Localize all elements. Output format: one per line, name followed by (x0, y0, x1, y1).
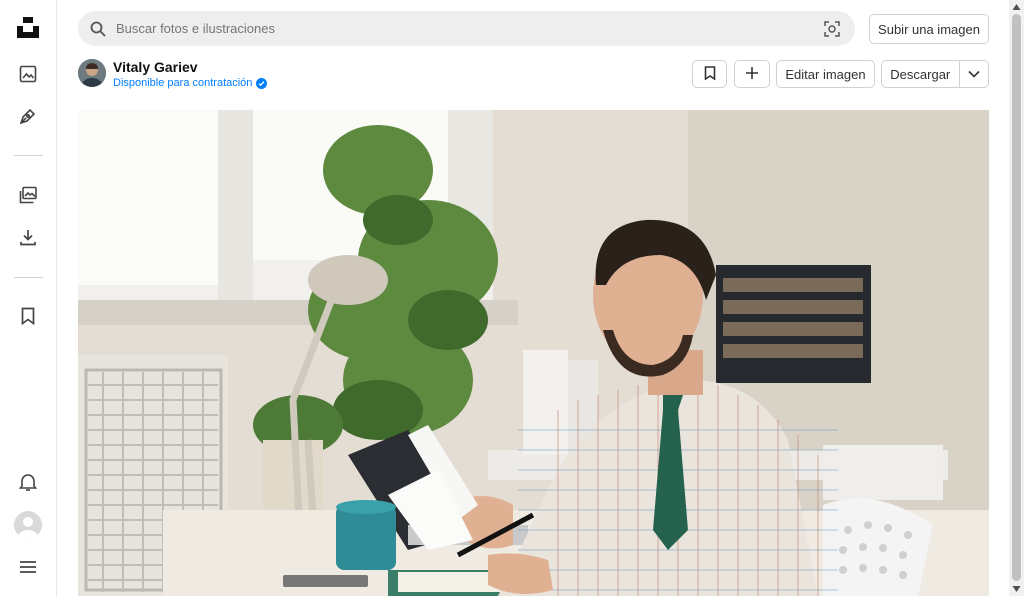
add-to-collection-button[interactable] (734, 60, 770, 88)
bell-icon[interactable] (14, 468, 42, 496)
download-icon[interactable] (14, 223, 42, 251)
pen-icon[interactable] (14, 102, 42, 130)
author-name[interactable]: Vitaly Gariev (113, 59, 198, 75)
sidebar (0, 0, 57, 596)
unsplash-logo-icon[interactable] (17, 16, 39, 38)
visual-search-icon[interactable] (823, 20, 841, 38)
scroll-up-icon[interactable] (1012, 3, 1021, 11)
avatar[interactable] (14, 511, 42, 539)
chevron-down-icon (968, 65, 980, 83)
bookmark-button[interactable] (692, 60, 727, 88)
plus-icon (745, 66, 759, 83)
bookmark-icon (704, 65, 716, 83)
collections-icon[interactable] (14, 181, 42, 209)
image-icon[interactable] (14, 60, 42, 88)
bookmark-icon[interactable] (14, 302, 42, 330)
search-icon (90, 21, 106, 37)
scroll-down-icon[interactable] (1012, 585, 1021, 593)
verified-icon (256, 77, 268, 89)
download-button[interactable]: Descargar (882, 61, 959, 87)
submit-image-button[interactable]: Subir una imagen (869, 14, 989, 44)
edit-image-button[interactable]: Editar imagen (776, 60, 875, 88)
main-photo[interactable] (78, 110, 989, 596)
sidebar-divider (14, 155, 43, 156)
scroll-thumb[interactable] (1012, 14, 1021, 581)
scrollbar[interactable] (1009, 0, 1024, 596)
hire-label: Disponible para contratación (113, 77, 253, 89)
download-options-button[interactable] (958, 61, 988, 87)
download-group: Descargar (881, 60, 989, 88)
search-bar[interactable]: Buscar fotos e ilustraciones (78, 11, 855, 46)
search-input[interactable]: Buscar fotos e ilustraciones (116, 21, 823, 36)
author-avatar[interactable] (78, 59, 106, 87)
sidebar-divider (14, 277, 43, 278)
hire-status[interactable]: Disponible para contratación (113, 77, 268, 89)
menu-icon[interactable] (14, 553, 42, 581)
